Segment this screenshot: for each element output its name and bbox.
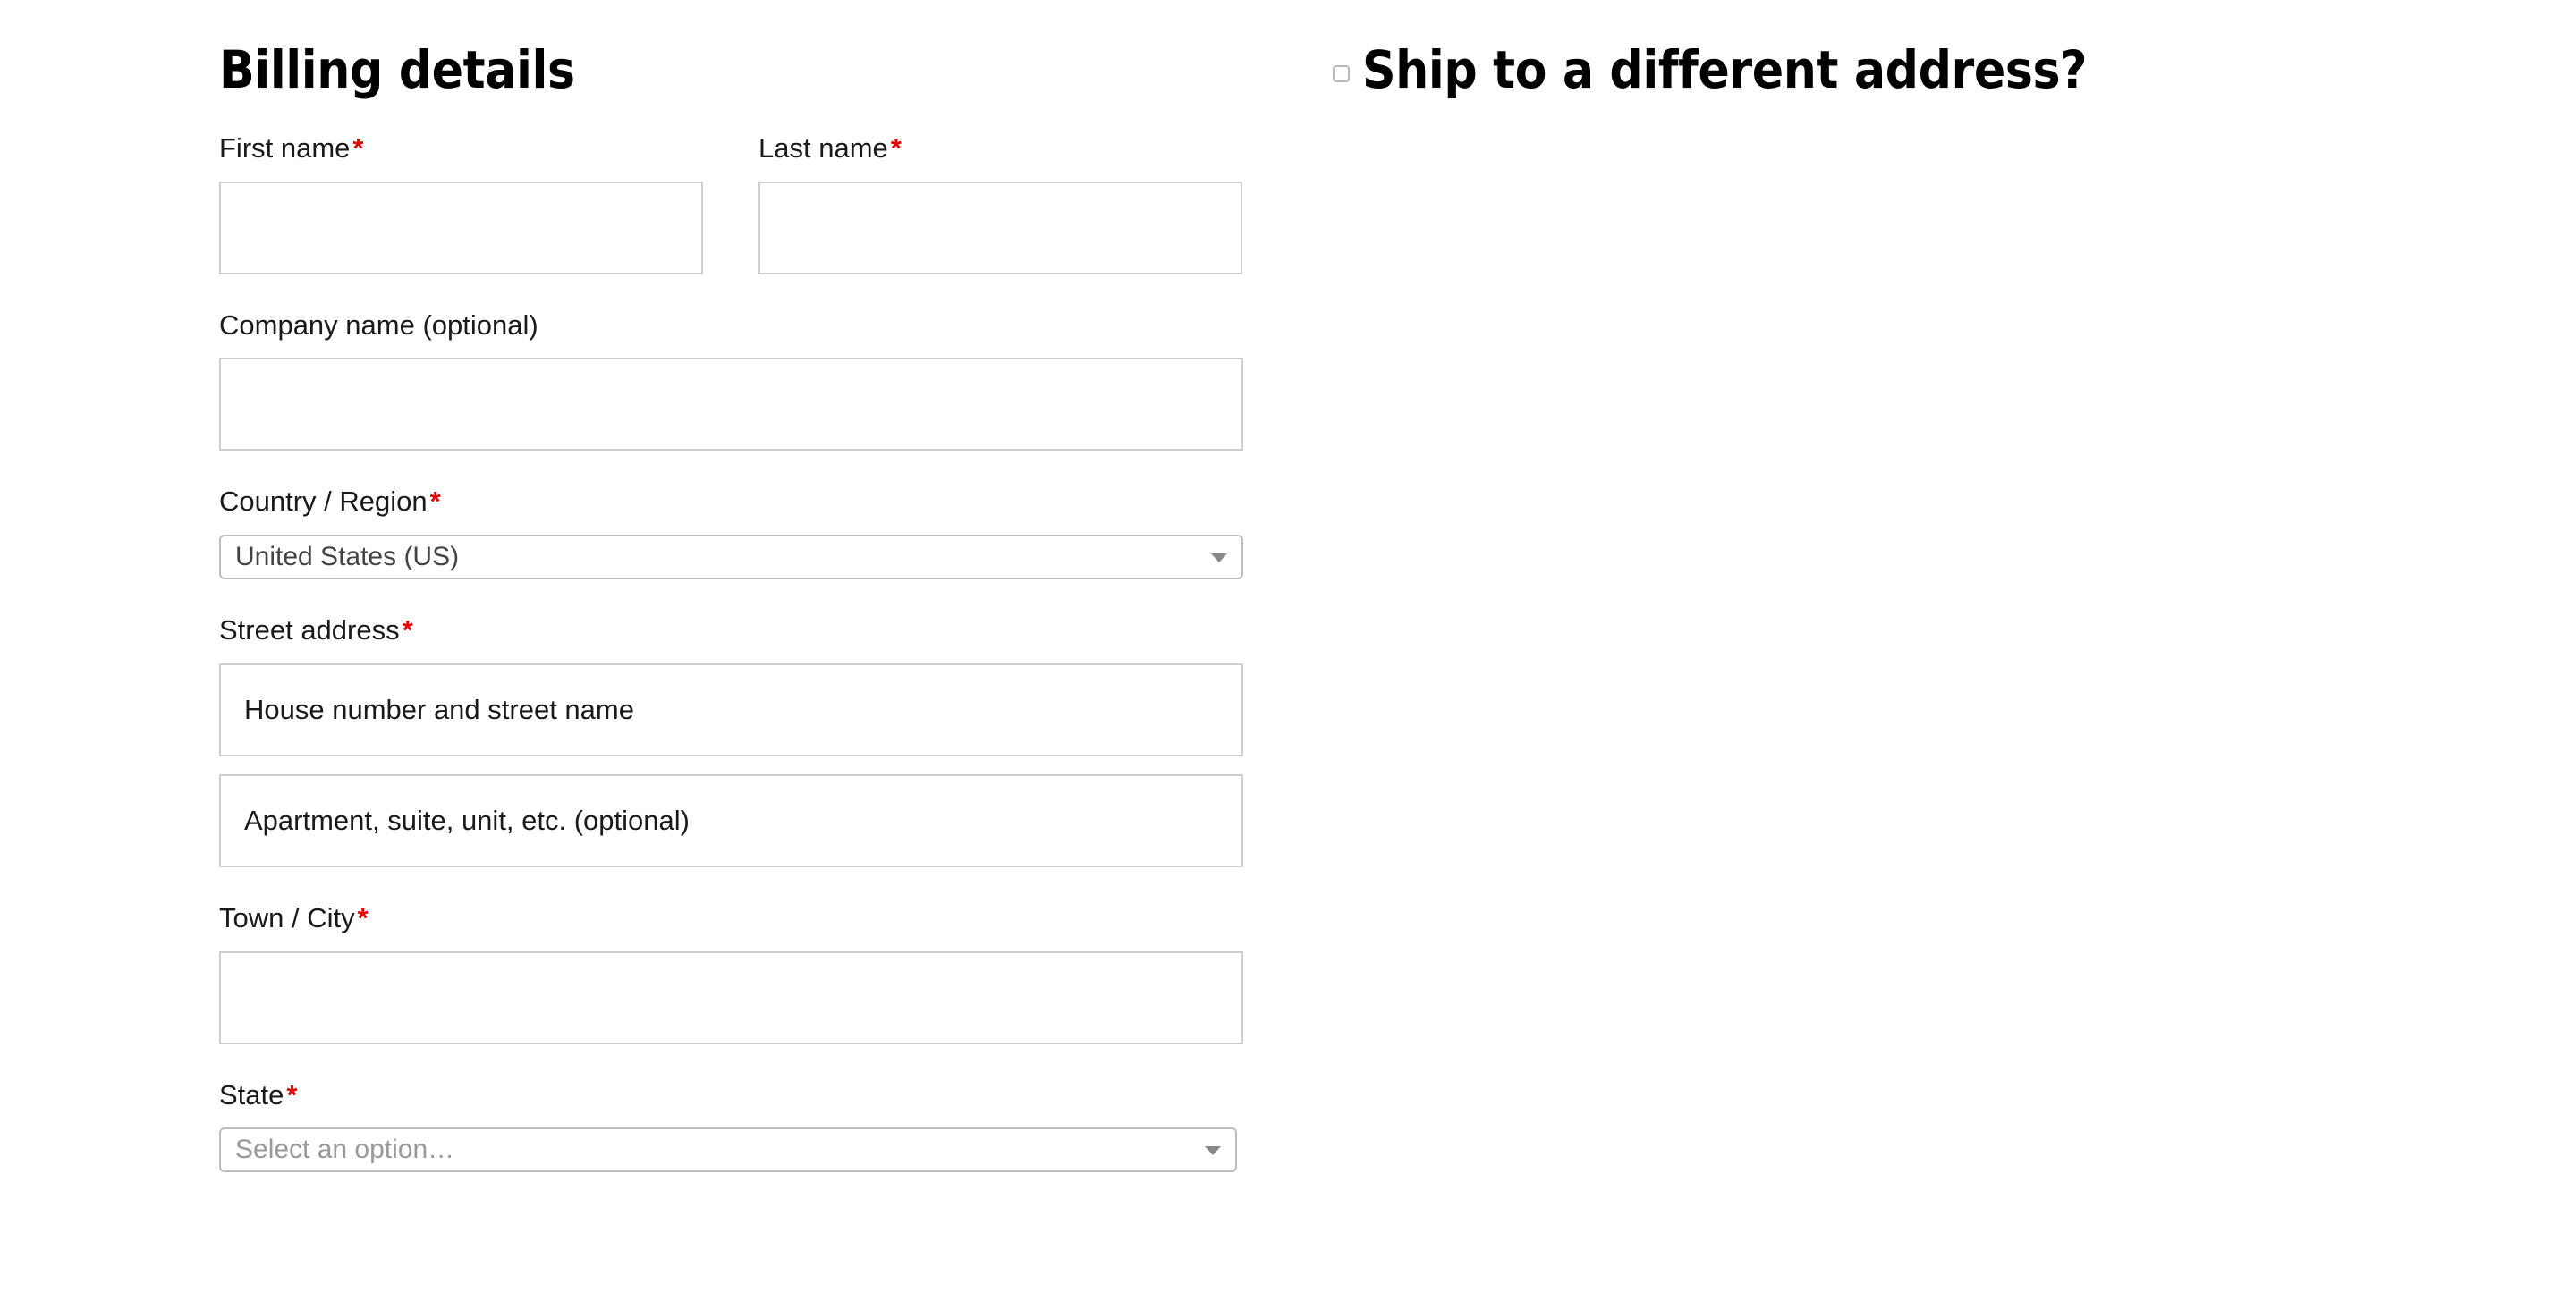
- billing-details-column: Billing details First name* Last name* C…: [219, 0, 1243, 1173]
- country-select[interactable]: United States (US): [219, 535, 1243, 580]
- shipping-details-column: Ship to a different address?: [1333, 0, 2361, 97]
- city-label: Town / City*: [219, 901, 1243, 936]
- street-address-1-input[interactable]: [219, 663, 1243, 756]
- state-field-group: State* Select an option…: [219, 1078, 1243, 1173]
- state-label-text: State: [219, 1078, 284, 1111]
- ship-to-different-address-checkbox[interactable]: [1333, 64, 1350, 82]
- street-address-label: Street address*: [219, 613, 1243, 648]
- street-address-field-group: Street address*: [219, 613, 1243, 867]
- state-label: State*: [219, 1078, 1243, 1113]
- ship-to-different-address-heading: Ship to a different address?: [1333, 0, 2361, 97]
- ship-to-different-address-label[interactable]: Ship to a different address?: [1362, 43, 2087, 97]
- first-name-label-text: First name: [219, 131, 351, 164]
- name-row: First name* Last name*: [219, 131, 1243, 274]
- required-asterisk: *: [286, 1078, 298, 1111]
- company-field-group: Company name (optional): [219, 308, 1243, 452]
- country-label-text: Country / Region: [219, 486, 428, 518]
- first-name-field-group: First name*: [219, 131, 703, 274]
- last-name-label-text: Last name: [758, 131, 888, 164]
- street-address-label-text: Street address: [219, 614, 400, 646]
- city-field-group: Town / City*: [219, 901, 1243, 1044]
- country-field-group: Country / Region* United States (US): [219, 485, 1243, 580]
- last-name-label: Last name*: [758, 131, 1242, 166]
- city-input[interactable]: [219, 950, 1243, 1044]
- required-asterisk: *: [429, 486, 441, 518]
- required-asterisk: *: [402, 614, 413, 646]
- required-asterisk: *: [357, 901, 369, 933]
- country-label: Country / Region*: [219, 485, 1243, 519]
- state-selected-value: Select an option…: [235, 1136, 455, 1164]
- company-input[interactable]: [219, 358, 1243, 452]
- chevron-down-icon: [1205, 1146, 1221, 1156]
- billing-details-title: Billing details: [219, 39, 575, 100]
- last-name-field-group: Last name*: [758, 131, 1242, 274]
- chevron-down-icon: [1211, 553, 1227, 563]
- required-asterisk: *: [352, 131, 364, 164]
- company-label-text: Company name (optional): [219, 308, 538, 341]
- first-name-input[interactable]: [219, 181, 703, 274]
- country-selected-value: United States (US): [235, 544, 460, 571]
- last-name-input[interactable]: [758, 181, 1242, 274]
- street-address-2-input[interactable]: [219, 773, 1243, 867]
- city-label-text: Town / City: [219, 901, 355, 933]
- state-select[interactable]: Select an option…: [219, 1127, 1237, 1173]
- checkout-form: Billing details First name* Last name* C…: [0, 0, 2576, 1309]
- company-label: Company name (optional): [219, 308, 1243, 343]
- first-name-label: First name*: [219, 131, 703, 166]
- required-asterisk: *: [890, 131, 902, 164]
